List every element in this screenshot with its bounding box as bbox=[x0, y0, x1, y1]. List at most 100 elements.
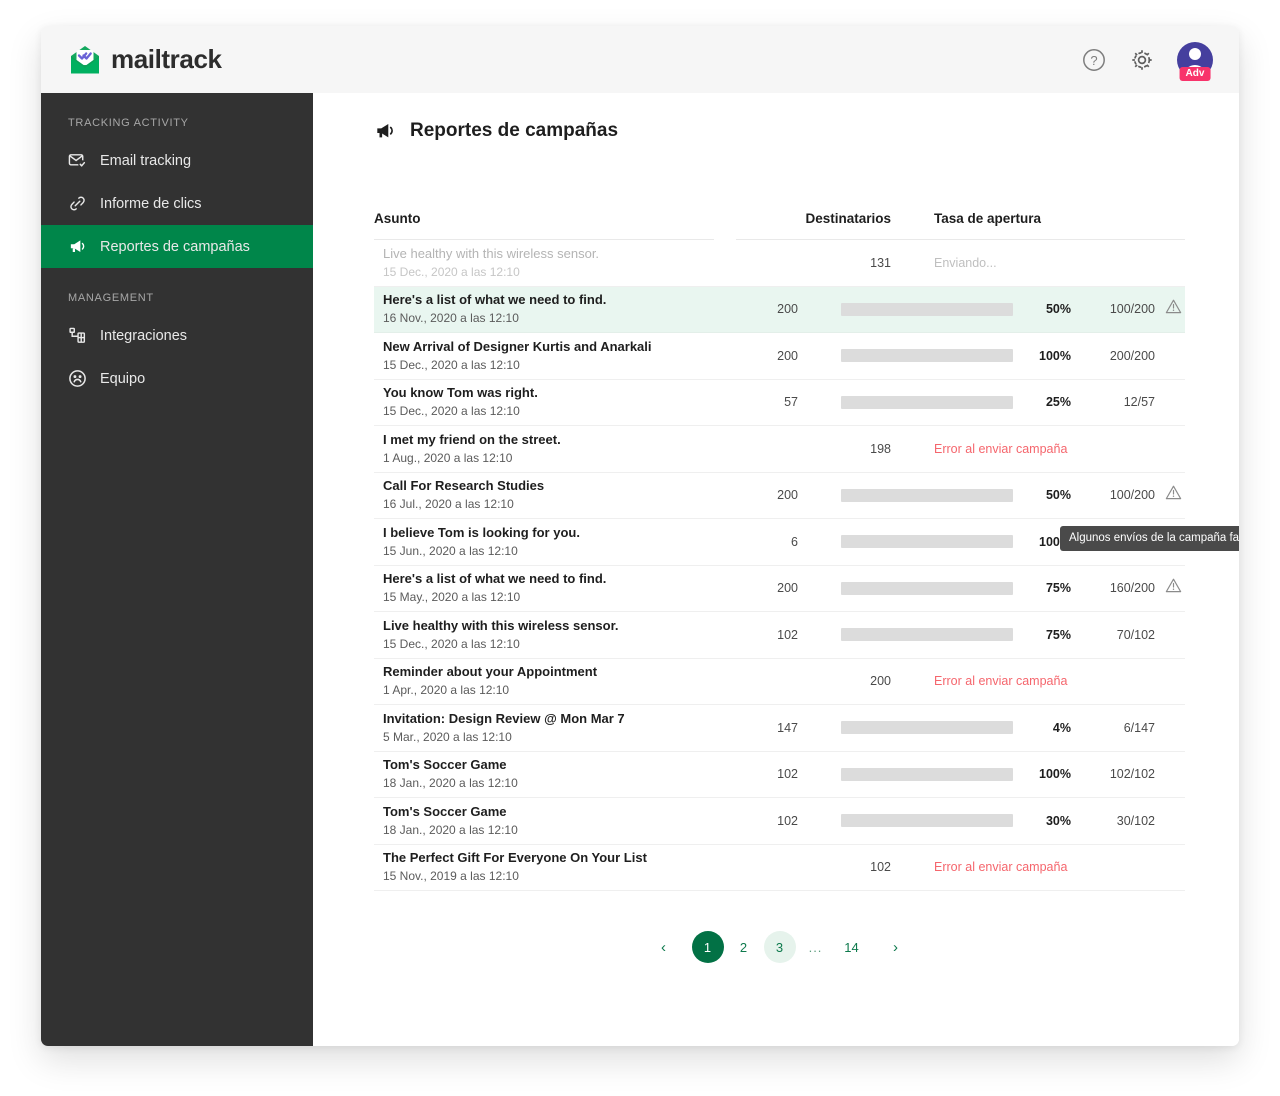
open-rate-percent: 50% bbox=[1045, 302, 1071, 317]
open-rate-fraction: 6/147 bbox=[1123, 720, 1155, 735]
table-header-row: Asunto Destinatarios Tasa de apertura bbox=[374, 192, 1185, 226]
row-warning-slot[interactable] bbox=[1155, 484, 1185, 506]
table-row[interactable]: Tom's Soccer Game 18 Jan., 2020 a las 12:… bbox=[374, 752, 1185, 798]
warning-triangle-icon[interactable] bbox=[1165, 298, 1182, 320]
open-rate-percent: 30% bbox=[1045, 813, 1071, 828]
sidebar-section-management: MANAGEMENT bbox=[68, 292, 154, 304]
row-recipients: 200 bbox=[870, 674, 891, 689]
row-recipients: 6 bbox=[791, 534, 798, 549]
open-rate-percent: 4% bbox=[1052, 720, 1071, 735]
row-subject-title: Tom's Soccer Game bbox=[383, 803, 507, 819]
sidebar-item-integraciones[interactable]: Integraciones bbox=[41, 314, 313, 357]
table-row[interactable]: Live healthy with this wireless sensor. 1… bbox=[374, 612, 1185, 659]
row-subject-date: 16 Jul., 2020 a las 12:10 bbox=[383, 497, 514, 512]
row-open-rate-cell: 75% 70/102 bbox=[816, 628, 1185, 642]
row-open-rate-cell: 50% 100/200 bbox=[816, 298, 1185, 320]
gear-icon[interactable] bbox=[1129, 47, 1155, 73]
svg-text:?: ? bbox=[1090, 53, 1097, 68]
open-rate-fraction: 30/102 bbox=[1116, 813, 1155, 828]
table-row[interactable]: Here's a list of what we need to find. 16… bbox=[374, 286, 1185, 333]
sidebar: TRACKING ACTIVITY Email tracking Informe… bbox=[41, 93, 313, 1046]
row-subject-date: 16 Nov., 2020 a las 12:10 bbox=[383, 311, 519, 326]
table-row[interactable]: Tom's Soccer Game 18 Jan., 2020 a las 12:… bbox=[374, 798, 1185, 845]
table-row[interactable]: Call For Research Studies 16 Jul., 2020 a… bbox=[374, 473, 1185, 519]
pagination-page-1[interactable]: 1 bbox=[691, 931, 724, 963]
row-subject-date: 15 Dec., 2020 a las 12:10 bbox=[383, 264, 520, 279]
row-recipients: 102 bbox=[777, 627, 798, 642]
pagination-page-14[interactable]: 14 bbox=[836, 931, 868, 963]
warning-triangle-icon[interactable] bbox=[1165, 577, 1182, 599]
row-subject-title: The Perfect Gift For Everyone On Your Li… bbox=[383, 850, 647, 866]
row-recipients: 198 bbox=[870, 441, 891, 456]
row-open-rate-cell: 4% 6/147 bbox=[816, 721, 1185, 735]
open-rate-bar bbox=[841, 628, 1013, 642]
row-subject-date: 5 Mar., 2020 a las 12:10 bbox=[383, 729, 512, 744]
avatar[interactable]: Adv bbox=[1177, 41, 1213, 81]
row-recipients: 200 bbox=[777, 581, 798, 596]
row-recipients: 131 bbox=[870, 255, 891, 270]
sidebar-item-informe-de-clics[interactable]: Informe de clics bbox=[41, 182, 313, 225]
sidebar-item-equipo[interactable]: Equipo bbox=[41, 357, 313, 400]
row-open-rate-cell: Error al enviar campaña bbox=[909, 442, 1185, 456]
row-status-sending: Enviando... bbox=[934, 255, 997, 270]
table-row[interactable]: Here's a list of what we need to find. 15… bbox=[374, 566, 1185, 612]
table-row[interactable]: You know Tom was right. 15 Dec., 2020 a l… bbox=[374, 380, 1185, 426]
row-subject-date: 18 Jan., 2020 a las 12:10 bbox=[383, 822, 518, 837]
sidebar-item-reportes-de-campanas[interactable]: Reportes de campañas bbox=[41, 225, 313, 268]
row-recipients: 200 bbox=[777, 302, 798, 317]
table-row[interactable]: The Perfect Gift For Everyone On Your Li… bbox=[374, 845, 1185, 891]
link-icon bbox=[68, 194, 87, 213]
warning-triangle-icon[interactable] bbox=[1165, 484, 1182, 506]
row-subject-cell: New Arrival of Designer Kurtis and Anark… bbox=[374, 339, 698, 373]
row-subject-title: You know Tom was right. bbox=[383, 385, 538, 401]
app-window: mailtrack ? Adv TRACKING ACTIVITY Email … bbox=[41, 26, 1239, 1046]
table-row[interactable]: Live healthy with this wireless sensor. 1… bbox=[374, 240, 1185, 287]
row-subject-cell: Live healthy with this wireless sensor. 1… bbox=[374, 246, 769, 280]
open-rate-bar bbox=[841, 349, 1013, 363]
open-rate-bar bbox=[841, 767, 1013, 781]
pagination-page-2[interactable]: 2 bbox=[728, 931, 760, 963]
table-row[interactable]: Invitation: Design Review @ Mon Mar 7 5 M… bbox=[374, 705, 1185, 752]
brand-logo[interactable]: mailtrack bbox=[68, 43, 222, 77]
row-subject-title: Here's a list of what we need to find. bbox=[383, 571, 607, 587]
open-rate-percent: 100% bbox=[1039, 348, 1071, 363]
row-subject-date: 15 Dec., 2020 a las 12:10 bbox=[383, 404, 520, 419]
table-row[interactable]: Reminder about your Appointment 1 Apr., 2… bbox=[374, 659, 1185, 705]
row-open-rate-cell: 50% 100/200 bbox=[816, 484, 1185, 506]
pagination-page-3[interactable]: 3 bbox=[763, 931, 796, 963]
row-subject-cell: I met my friend on the street. 1 Aug., 20… bbox=[374, 432, 769, 466]
people-icon bbox=[68, 369, 87, 388]
pagination-prev-button[interactable]: ‹ bbox=[648, 931, 680, 963]
open-rate-fraction: 200/200 bbox=[1109, 348, 1155, 363]
row-subject-title: Invitation: Design Review @ Mon Mar 7 bbox=[383, 710, 625, 726]
row-recipients: 102 bbox=[777, 767, 798, 782]
row-recipients: 200 bbox=[777, 488, 798, 503]
row-warning-slot[interactable] bbox=[1155, 577, 1185, 599]
table-row[interactable]: New Arrival of Designer Kurtis and Anark… bbox=[374, 333, 1185, 380]
help-circle-icon[interactable]: ? bbox=[1081, 47, 1107, 73]
row-open-rate-cell: 100% 102/102 bbox=[816, 767, 1185, 781]
open-rate-bar bbox=[841, 814, 1013, 828]
sidebar-item-label: Email tracking bbox=[100, 152, 192, 169]
open-rate-bar bbox=[841, 395, 1013, 409]
row-open-rate-cell: 30% 30/102 bbox=[816, 814, 1185, 828]
row-warning-slot[interactable] bbox=[1155, 298, 1185, 320]
mailtrack-envelope-logo-icon bbox=[68, 43, 102, 77]
table-row[interactable]: I met my friend on the street. 1 Aug., 20… bbox=[374, 426, 1185, 473]
open-rate-fraction: 100/200 bbox=[1109, 488, 1155, 503]
warning-tooltip: Algunos envíos de la campaña fallaron bbox=[1060, 526, 1239, 551]
pagination-next-button[interactable]: › bbox=[880, 931, 912, 963]
open-rate-percent: 100% bbox=[1039, 767, 1071, 782]
row-subject-title: I believe Tom is looking for you. bbox=[383, 524, 580, 540]
table-body: Live healthy with this wireless sensor. 1… bbox=[374, 240, 1185, 891]
row-subject-title: Tom's Soccer Game bbox=[383, 757, 507, 773]
pagination-ellipsis: ... bbox=[808, 939, 823, 955]
open-rate-fraction: 100/200 bbox=[1109, 302, 1155, 317]
sidebar-section-tracking-activity: TRACKING ACTIVITY bbox=[68, 117, 189, 129]
top-bar: mailtrack ? Adv bbox=[41, 26, 1239, 93]
row-subject-date: 18 Jan., 2020 a las 12:10 bbox=[383, 776, 518, 791]
sidebar-item-email-tracking[interactable]: Email tracking bbox=[41, 139, 313, 182]
megaphone-icon bbox=[68, 237, 87, 256]
row-recipients: 102 bbox=[870, 860, 891, 875]
row-recipients: 102 bbox=[777, 813, 798, 828]
